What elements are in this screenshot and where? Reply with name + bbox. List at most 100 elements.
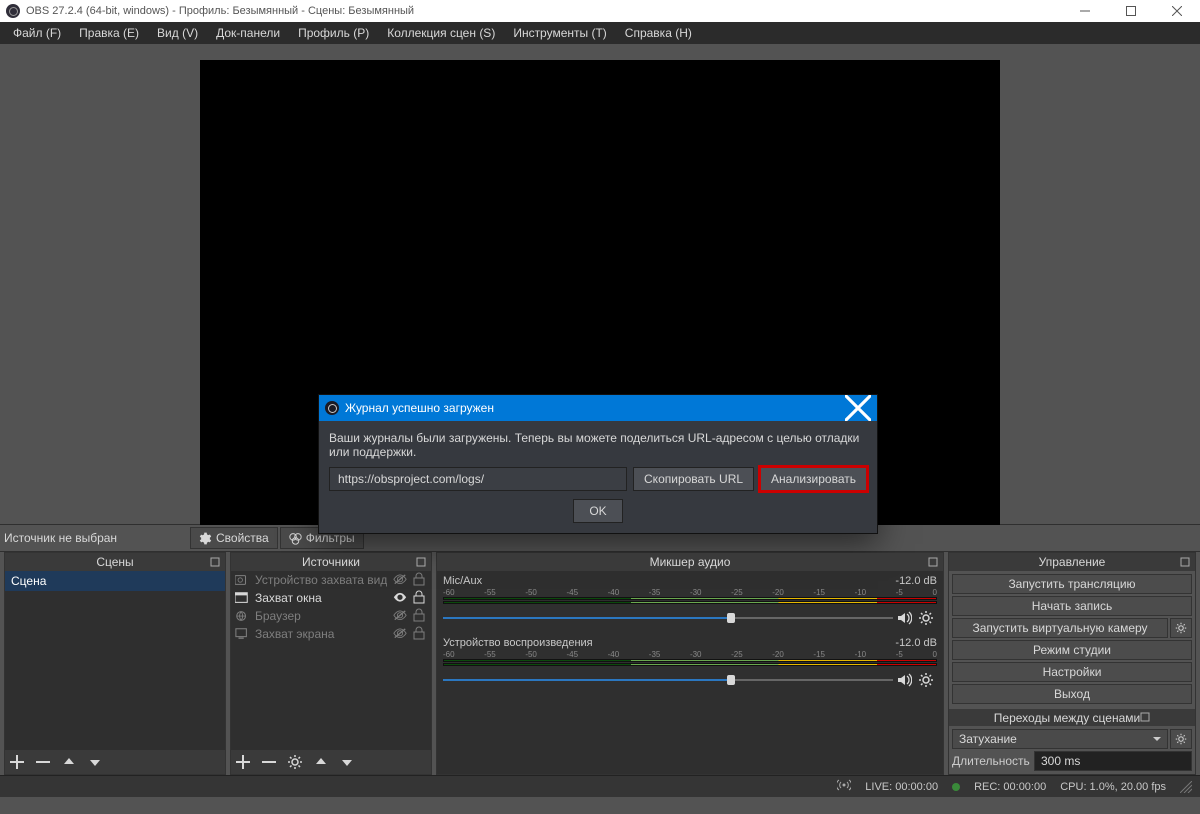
mute-button[interactable] [893,669,915,691]
transitions-popout-button[interactable] [1140,711,1150,725]
lock-toggle[interactable] [413,626,427,643]
visibility-toggle[interactable] [393,591,407,605]
dialog-titlebar[interactable]: Журнал успешно загружен [319,395,877,421]
controls-dock: Управление Запустить трансляцию Начать з… [948,552,1196,775]
volume-slider[interactable] [443,610,893,626]
meter-ticks: -60-55-50-45-40-35-30-25-20-15-10-50 [443,650,937,659]
scene-item[interactable]: Сцена [5,571,225,591]
start-recording-button[interactable]: Начать запись [952,596,1192,616]
copy-url-button[interactable]: Скопировать URL [633,467,754,491]
lock-toggle[interactable] [413,572,427,589]
menu-file[interactable]: Файл (F) [4,22,70,44]
channel-db: -12.0 dB [895,575,937,587]
menu-docks[interactable]: Док-панели [207,22,289,44]
preview-area: Журнал успешно загружен Ваши журналы был… [0,44,1200,524]
start-virtual-cam-button[interactable]: Запустить виртуальную камеру [952,618,1168,638]
visibility-toggle[interactable] [393,627,407,641]
dialog-ok-button[interactable]: OK [573,499,623,523]
sources-dock: Источники Устройство захвата видео Захват… [230,552,432,775]
window-close-button[interactable] [1154,0,1200,22]
channel-settings-button[interactable] [915,607,937,629]
audio-meter [443,659,937,667]
source-settings-button[interactable] [287,754,303,770]
visibility-toggle[interactable] [393,573,407,587]
sources-header: Источники [231,553,431,571]
controls-popout-button[interactable] [1177,553,1193,571]
sources-popout-button[interactable] [413,553,429,571]
mute-button[interactable] [893,607,915,629]
mixer-header: Микшер аудио [437,553,943,571]
window-minimize-button[interactable] [1062,0,1108,22]
menu-tools[interactable]: Инструменты (T) [504,22,615,44]
menu-view[interactable]: Вид (V) [148,22,207,44]
resize-grip-icon[interactable] [1180,781,1192,793]
studio-mode-button[interactable]: Режим студии [952,640,1192,660]
add-source-button[interactable] [235,754,251,770]
live-status: LIVE: 00:00:00 [865,781,938,793]
source-name: Захват окна [255,591,387,605]
visibility-toggle[interactable] [393,609,407,623]
sources-toolbar [231,750,431,774]
log-upload-dialog: Журнал успешно загружен Ваши журналы был… [318,394,878,534]
source-row[interactable]: Захват экрана [231,625,431,643]
lock-toggle[interactable] [413,608,427,625]
source-name: Устройство захвата видео [255,573,387,587]
filters-icon [289,532,302,545]
source-name: Захват экрана [255,627,387,641]
source-down-button[interactable] [339,754,355,770]
gear-icon [199,532,212,545]
menu-scene-collection[interactable]: Коллекция сцен (S) [378,22,504,44]
mixer-channel: Mic/Aux-12.0 dB-60-55-50-45-40-35-30-25-… [443,575,937,629]
source-row[interactable]: Браузер [231,607,431,625]
source-row[interactable]: Захват окна [231,589,431,607]
window-maximize-button[interactable] [1108,0,1154,22]
no-source-label: Источник не выбран [4,531,190,545]
sources-title: Источники [302,555,360,569]
controls-header: Управление [949,553,1195,571]
transition-select[interactable]: Затухание [952,729,1168,749]
remove-scene-button[interactable] [35,754,51,770]
transition-settings-button[interactable] [1170,729,1192,749]
audio-mixer-dock: Микшер аудио Mic/Aux -12.0 dB -60-55-50-45… [436,552,944,775]
scenes-popout-button[interactable] [207,553,223,571]
source-row[interactable]: Устройство захвата видео [231,571,431,589]
mixer-popout-button[interactable] [925,553,941,571]
dialog-close-button[interactable] [845,395,871,421]
scene-up-button[interactable] [61,754,77,770]
mixer-title: Микшер аудио [650,555,731,569]
remove-source-button[interactable] [261,754,277,770]
dialog-message: Ваши журналы были загружены. Теперь вы м… [329,431,867,459]
start-streaming-button[interactable]: Запустить трансляцию [952,574,1192,594]
transitions-title: Переходы между сценами [994,711,1140,725]
transitions-header: Переходы между сценами [949,709,1195,726]
log-url-input[interactable]: https://obsproject.com/logs/ [329,467,627,491]
properties-label: Свойства [216,531,269,545]
lock-toggle[interactable] [413,590,427,607]
virtual-cam-settings-button[interactable] [1170,618,1192,638]
menu-bar: Файл (F) Правка (E) Вид (V) Док-панели П… [0,22,1200,44]
broadcast-icon [837,779,851,794]
rec-status: REC: 00:00:00 [974,781,1046,793]
scenes-dock: Сцены Сцена [4,552,226,775]
settings-button[interactable]: Настройки [952,662,1192,682]
add-scene-button[interactable] [9,754,25,770]
rec-dot-icon [952,783,960,791]
menu-edit[interactable]: Правка (E) [70,22,148,44]
source-up-button[interactable] [313,754,329,770]
volume-slider[interactable] [443,672,893,688]
menu-help[interactable]: Справка (H) [616,22,701,44]
scene-down-button[interactable] [87,754,103,770]
channel-name: Mic/Aux [443,575,482,587]
status-bar: LIVE: 00:00:00 REC: 00:00:00 CPU: 1.0%, … [0,775,1200,797]
exit-button[interactable]: Выход [952,684,1192,704]
controls-title: Управление [1039,555,1106,569]
menu-profile[interactable]: Профиль (P) [289,22,378,44]
properties-button[interactable]: Свойства [190,527,278,549]
obs-logo-icon [325,401,339,415]
window-title: OBS 27.2.4 (64-bit, windows) - Профиль: … [26,5,1062,17]
channel-name: Устройство воспроизведения [443,637,593,649]
scenes-toolbar [5,750,225,774]
channel-settings-button[interactable] [915,669,937,691]
analyze-button[interactable]: Анализировать [760,467,867,491]
duration-input[interactable]: 300 ms [1034,751,1192,771]
